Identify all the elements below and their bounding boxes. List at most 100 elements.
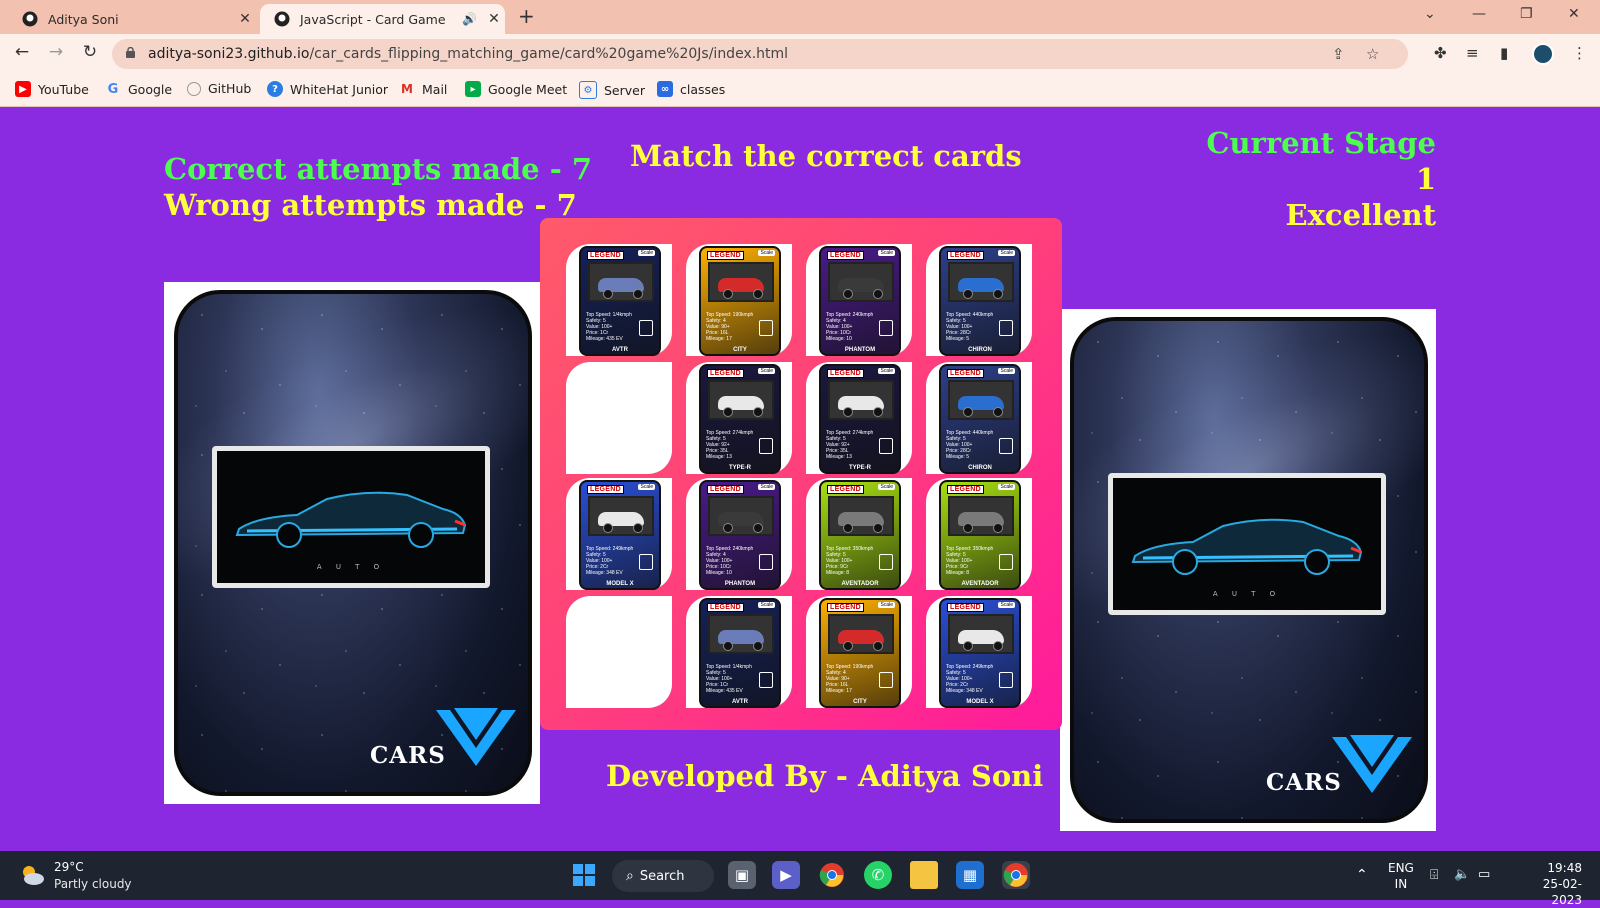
- game-card[interactable]: LEGEND Scale Top Speed: 190kmph Safety: 4 Va…: [686, 244, 792, 356]
- close-window-icon[interactable]: ✕: [1568, 6, 1580, 22]
- github-favicon-icon: [22, 11, 38, 27]
- media-controls-icon[interactable]: ≡: [1466, 44, 1479, 62]
- partly-cloudy-icon[interactable]: [18, 861, 46, 889]
- task-view-icon[interactable]: ▣: [728, 861, 756, 889]
- svg-text:A U T O: A U T O: [1213, 590, 1281, 598]
- scale-label: Scale: [998, 602, 1015, 608]
- card-stats: Top Speed: 240kmph Safety: 4 Value: 100+ Pr…: [826, 312, 873, 342]
- game-card[interactable]: LEGEND Scale Top Speed: 440kmph Safety: 5 Va…: [926, 244, 1032, 356]
- forward-icon[interactable]: →: [44, 42, 68, 62]
- google-meet-icon: ▸: [465, 81, 481, 97]
- clock[interactable]: 19:48 25-02-2023: [1518, 860, 1582, 908]
- whatsapp-icon[interactable]: ✆: [864, 861, 892, 889]
- bookmark-google[interactable]: G Google: [105, 81, 172, 97]
- rolls-royce-logo-icon: [879, 320, 893, 336]
- tab-search-icon[interactable]: ⌄: [1424, 6, 1436, 22]
- windows-start-icon[interactable]: [570, 861, 598, 889]
- stage-number: 1: [1415, 162, 1436, 196]
- card-stat: Mileage: 13: [826, 454, 852, 460]
- teams-chat-icon[interactable]: ▶: [772, 861, 800, 889]
- speaker-icon[interactable]: 🔊: [462, 12, 477, 26]
- browser-toolbar: ← → ↻ aditya-soni23.github.io/car_cards_…: [0, 34, 1600, 74]
- game-card[interactable]: LEGEND Scale Top Speed: 274kmph Safety: 5 Va…: [806, 362, 912, 474]
- reload-icon[interactable]: ↻: [78, 42, 102, 62]
- car-photo: [588, 496, 654, 536]
- weather-description[interactable]: Partly cloudy: [54, 877, 132, 891]
- side-panel-icon[interactable]: ▮: [1500, 44, 1508, 62]
- language-indicator[interactable]: ENG IN: [1388, 860, 1414, 892]
- chrome-active-window-icon[interactable]: [1002, 861, 1030, 889]
- profile-avatar[interactable]: [1532, 43, 1554, 65]
- volume-icon[interactable]: 🔈: [1454, 867, 1470, 883]
- game-card[interactable]: LEGEND Scale Top Speed: 274kmph Safety: 5 Va…: [686, 362, 792, 474]
- bookmark-whitehat-junior[interactable]: ? WhiteHat Junior: [267, 81, 388, 97]
- game-card[interactable]: LEGEND Scale Top Speed: 350kmph Safety: 5 Va…: [806, 478, 912, 590]
- menu-icon[interactable]: ⋮: [1572, 44, 1587, 62]
- game-card[interactable]: LEGEND Scale Top Speed: 1/4kmph Safety: 5 Va…: [686, 596, 792, 708]
- car-name: AVENTADOR: [961, 581, 999, 587]
- car-silhouette-image: A U T O: [1108, 473, 1386, 615]
- honda-logo-icon: [879, 672, 893, 688]
- stage-label: Current Stage: [1206, 126, 1436, 160]
- new-tab-button[interactable]: +: [518, 4, 535, 28]
- car-card-face: LEGEND Scale Top Speed: 1/4kmph Safety: 5 Va…: [579, 246, 661, 356]
- tab-card-game[interactable]: JavaScript - Card Game 🔊 ✕: [260, 4, 505, 34]
- close-tab-icon[interactable]: ✕: [483, 11, 505, 27]
- show-hidden-icons[interactable]: ⌃: [1356, 867, 1368, 883]
- bookmark-youtube[interactable]: ▶ YouTube: [15, 81, 89, 97]
- bookmark-github[interactable]: GitHub: [187, 81, 251, 96]
- game-card[interactable]: LEGEND Scale Top Speed: 240kmph Safety: 4 Va…: [686, 478, 792, 590]
- microsoft-store-icon[interactable]: ▦: [956, 861, 984, 889]
- share-icon[interactable]: ⇪: [1332, 45, 1345, 63]
- honda-logo-icon: [759, 320, 773, 336]
- card-stat: Mileage: 435 EV: [706, 688, 743, 694]
- game-card[interactable]: LEGEND Scale Top Speed: 240kmph Safety: 4 Va…: [806, 244, 912, 356]
- taskbar-search[interactable]: ⌕ Search: [612, 860, 714, 892]
- game-card[interactable]: LEGEND Scale Top Speed: 249kmph Safety: 5 Va…: [926, 596, 1032, 708]
- card-stats: Top Speed: 249kmph Safety: 5 Value: 100+ Pr…: [946, 664, 993, 694]
- tesla-logo-icon: [639, 554, 653, 570]
- game-card[interactable]: LEGEND Scale Top Speed: 350kmph Safety: 5 Va…: [926, 478, 1032, 590]
- legend-label: LEGEND: [707, 485, 744, 494]
- card-stat: Mileage: 8: [946, 570, 970, 576]
- bookmark-google-meet[interactable]: ▸ Google Meet: [465, 81, 567, 97]
- car-card-face: LEGEND Scale Top Speed: 350kmph Safety: 5 Va…: [939, 480, 1021, 590]
- game-card[interactable]: LEGEND Scale Top Speed: 440kmph Safety: 5 Va…: [926, 362, 1032, 474]
- empty-card-slot[interactable]: [566, 596, 672, 708]
- bookmark-server[interactable]: ⚙ Server: [579, 81, 645, 99]
- restore-icon[interactable]: ❐: [1520, 6, 1533, 22]
- game-card[interactable]: LEGEND Scale Top Speed: 249kmph Safety: 5 Va…: [566, 478, 672, 590]
- whitehat-icon: ?: [267, 81, 283, 97]
- file-explorer-icon[interactable]: [910, 861, 938, 889]
- close-tab-icon[interactable]: ✕: [234, 11, 256, 27]
- gmail-icon: M: [401, 82, 413, 96]
- game-card[interactable]: LEGEND Scale Top Speed: 190kmph Safety: 4 Va…: [806, 596, 912, 708]
- card-stat: Mileage: 17: [826, 688, 852, 694]
- address-bar[interactable]: aditya-soni23.github.io/car_cards_flippi…: [112, 39, 1408, 69]
- card-stats: Top Speed: 350kmph Safety: 5 Value: 100+ Pr…: [946, 546, 993, 576]
- battery-icon[interactable]: ▭: [1478, 867, 1490, 883]
- card-stats: Top Speed: 1/4kmph Safety: 5 Value: 100+ Pr…: [586, 312, 632, 342]
- card-back-right: A U T O CARS: [1060, 309, 1436, 831]
- google-icon: G: [107, 81, 119, 97]
- browser-tab-strip: Aditya Soni ✕ JavaScript - Card Game 🔊 ✕…: [0, 0, 1600, 34]
- bookmark-mail[interactable]: M Mail: [399, 81, 447, 97]
- empty-card-slot[interactable]: [566, 362, 672, 474]
- game-page: Correct attempts made - 7 Wrong attempts…: [0, 107, 1600, 851]
- game-card[interactable]: LEGEND Scale Top Speed: 1/4kmph Safety: 5 Va…: [566, 244, 672, 356]
- car-name: CITY: [733, 347, 747, 353]
- extensions-icon[interactable]: ✤: [1434, 44, 1447, 62]
- tab-aditya-soni[interactable]: Aditya Soni ✕: [8, 4, 256, 34]
- network-icon[interactable]: ⌹: [1430, 867, 1438, 883]
- scale-label: Scale: [878, 368, 895, 374]
- weather-temperature[interactable]: 29°C: [54, 860, 84, 874]
- windows-taskbar: 29°C Partly cloudy ⌕ Search ▣ ▶ ✆ ▦ ⌃ ENG…: [0, 851, 1600, 907]
- minimize-icon[interactable]: —: [1472, 6, 1486, 22]
- back-icon[interactable]: ←: [10, 42, 34, 62]
- bookmark-classes[interactable]: ∞ classes: [657, 81, 725, 97]
- chrome-icon[interactable]: [818, 861, 846, 889]
- car-name: TYPE-R: [728, 465, 751, 471]
- car-card-face: LEGEND Scale Top Speed: 249kmph Safety: 5 Va…: [579, 480, 661, 590]
- card-stats: Top Speed: 190kmph Safety: 4 Value: 90+ Pri…: [826, 664, 873, 694]
- bookmark-star-icon[interactable]: ☆: [1366, 45, 1379, 63]
